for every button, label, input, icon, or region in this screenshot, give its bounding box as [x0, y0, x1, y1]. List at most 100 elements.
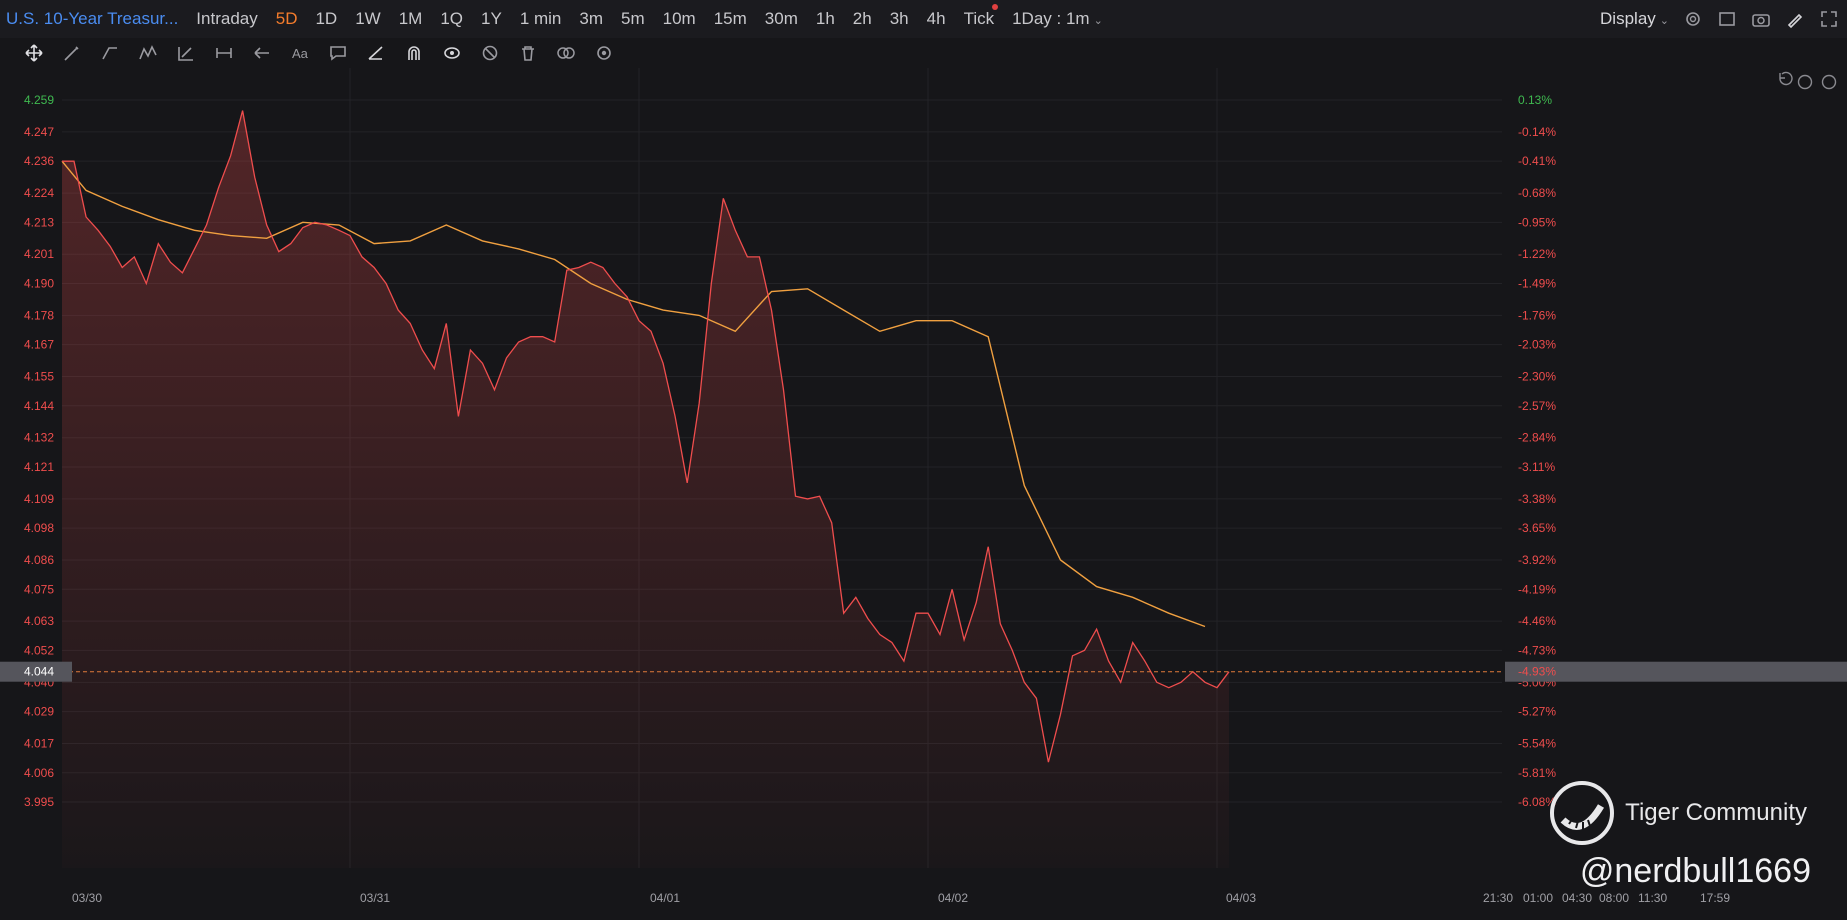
y-tick-label: 4.259	[24, 93, 54, 107]
tf-1h[interactable]: 1h	[816, 9, 835, 29]
tf-3m[interactable]: 3m	[579, 9, 603, 29]
draw-icon[interactable]	[1785, 9, 1805, 29]
move-icon[interactable]	[20, 41, 48, 65]
pen-icon[interactable]	[58, 41, 86, 65]
x-axis: 03/30 03/31 04/01 04/02 04/03 21:30 01:00 04:30…	[72, 891, 1730, 905]
watermark-brand: Tiger Community	[1625, 799, 1807, 826]
y-tick-label: 4.098	[24, 521, 54, 535]
x-tick-label: 04/02	[938, 891, 968, 905]
settings-icon[interactable]	[590, 41, 618, 65]
symbol-title[interactable]: U.S. 10-Year Treasur...	[0, 9, 178, 29]
y-tick-label: 4.109	[24, 492, 54, 506]
y-pct-label: -4.73%	[1518, 643, 1556, 657]
y-pct-label: -5.27%	[1518, 705, 1556, 719]
y-pct-label: -5.54%	[1518, 737, 1556, 751]
magnet-icon[interactable]	[400, 41, 428, 65]
y-pct-label: -3.92%	[1518, 553, 1556, 567]
y-pct-label: -2.84%	[1518, 431, 1556, 445]
tf-2h[interactable]: 2h	[853, 9, 872, 29]
text-icon[interactable]: Aa	[286, 41, 314, 65]
y-pct-label: -3.65%	[1518, 521, 1556, 535]
pattern-icon[interactable]	[134, 41, 162, 65]
y-pct-label: -1.76%	[1518, 308, 1556, 322]
tf-1m[interactable]: 1M	[399, 9, 423, 29]
tf-1w[interactable]: 1W	[355, 9, 381, 29]
y-tick-label: 4.144	[24, 399, 54, 413]
tf-tick[interactable]: Tick	[963, 4, 999, 29]
layout-icon[interactable]	[1717, 9, 1737, 29]
x-tick-label: 11:30	[1638, 891, 1667, 905]
y-pct-label: -0.95%	[1518, 215, 1556, 229]
y-pct-label: -4.19%	[1518, 582, 1556, 596]
hide-icon[interactable]	[476, 41, 504, 65]
camera-icon[interactable]	[1751, 9, 1771, 29]
zoom-out-icon[interactable]	[1797, 74, 1813, 90]
tf-5d[interactable]: 5D	[276, 9, 298, 29]
y-pct-label: -3.38%	[1518, 492, 1556, 506]
notification-dot	[992, 4, 999, 10]
tf-4h[interactable]: 4h	[927, 9, 946, 29]
y-tick-label: 4.224	[24, 186, 54, 200]
compare-icon[interactable]	[552, 41, 580, 65]
y-tick-label: 4.017	[24, 737, 54, 751]
y-pct-label: -2.30%	[1518, 370, 1556, 384]
y-pct-label: 0.13%	[1518, 93, 1552, 107]
y-tick-label: 4.132	[24, 431, 54, 445]
y-pct-label: -0.41%	[1518, 154, 1556, 168]
y-tick-label: 4.075	[24, 582, 54, 596]
drawing-toolbar: Aa	[0, 38, 1847, 68]
tf-15m[interactable]: 15m	[714, 9, 747, 29]
tf-intraday[interactable]: Intraday	[196, 9, 257, 29]
arrow-icon[interactable]	[248, 41, 276, 65]
y-pct-label: -1.22%	[1518, 247, 1556, 261]
ruler-icon[interactable]	[362, 41, 390, 65]
x-tick-label: 04/01	[650, 891, 680, 905]
y-tick-label: 4.155	[24, 370, 54, 384]
comment-icon[interactable]	[324, 41, 352, 65]
watermark-handle: @nerdbull1669	[1579, 852, 1811, 890]
eye-icon[interactable]	[438, 41, 466, 65]
x-tick-label: 03/31	[360, 891, 390, 905]
tf-1q[interactable]: 1Q	[440, 9, 463, 29]
tf-5m[interactable]: 5m	[621, 9, 645, 29]
reset-icon[interactable]	[1779, 71, 1793, 86]
price-area	[62, 110, 1229, 869]
y-tick-label: 4.063	[24, 614, 54, 628]
y-tick-label: 4.190	[24, 276, 54, 290]
y-tick-label: 4.086	[24, 553, 54, 567]
y-pct-label: -2.03%	[1518, 338, 1556, 352]
trend-icon[interactable]	[96, 41, 124, 65]
y-pct-label: -0.14%	[1518, 125, 1556, 139]
tf-30m[interactable]: 30m	[765, 9, 798, 29]
y-axis-left: 4.259 4.247 4.236 4.224 4.213 4.201 4.190 4.178…	[24, 93, 54, 809]
interval-select[interactable]: 1Day : 1m ⌄	[1012, 9, 1103, 29]
x-tick-label: 01:00	[1523, 891, 1553, 905]
y-axis-right: 0.13% -0.14% -0.41% -0.68% -0.95% -1.22% -1.49…	[1518, 93, 1556, 809]
measure-icon[interactable]	[210, 41, 238, 65]
tf-1d[interactable]: 1D	[315, 9, 337, 29]
y-tick-label: 4.236	[24, 154, 54, 168]
y-tick-label: 4.178	[24, 308, 54, 322]
x-tick-label: 04:30	[1562, 891, 1592, 905]
tf-1min[interactable]: 1 min	[520, 9, 562, 29]
tf-3h[interactable]: 3h	[890, 9, 909, 29]
settings-icon[interactable]	[1683, 9, 1703, 29]
tf-10m[interactable]: 10m	[663, 9, 696, 29]
y-tick-label: 4.247	[24, 125, 54, 139]
watermark: Tiger Community	[1549, 780, 1807, 846]
y-tick-label: 4.006	[24, 766, 54, 780]
tf-1y[interactable]: 1Y	[481, 9, 502, 29]
display-menu[interactable]: Display ⌄	[1600, 9, 1669, 29]
y-tick-label: 4.213	[24, 215, 54, 229]
tf-tick-label: Tick	[963, 9, 995, 28]
fullscreen-icon[interactable]	[1819, 9, 1839, 29]
y-pct-label: -0.68%	[1518, 186, 1556, 200]
x-tick-label: 03/30	[72, 891, 102, 905]
y-pct-label: -3.11%	[1518, 460, 1555, 474]
fib-icon[interactable]	[172, 41, 200, 65]
zoom-in-icon[interactable]	[1821, 74, 1837, 90]
trash-icon[interactable]	[514, 41, 542, 65]
current-pct-value: -4.93%	[1518, 665, 1556, 679]
y-pct-label: -1.49%	[1518, 276, 1556, 290]
y-pct-label: -4.46%	[1518, 614, 1556, 628]
